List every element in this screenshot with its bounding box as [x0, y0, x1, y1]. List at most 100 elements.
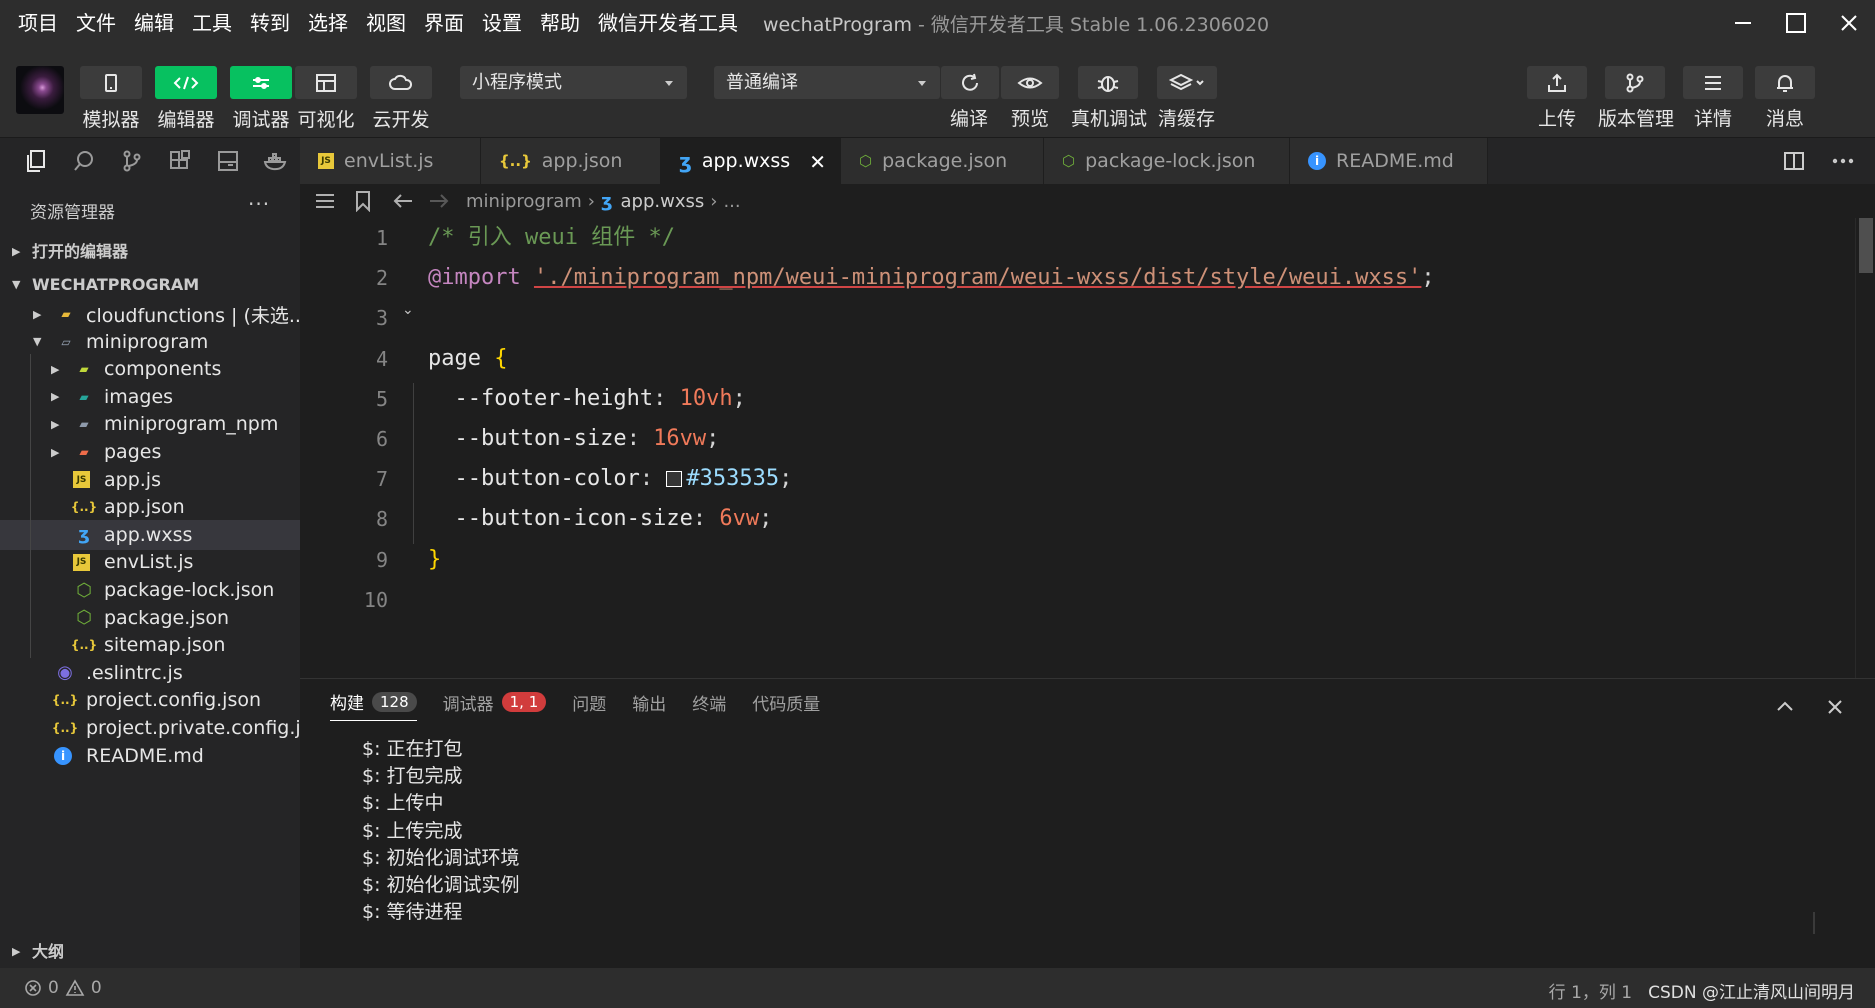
close-icon[interactable] [1825, 697, 1845, 717]
tab-app-wxss[interactable]: ʒ app.wxss ✕ [661, 138, 841, 184]
panel-tab[interactable]: 输出 [632, 690, 666, 721]
tree-item[interactable]: ⬡ package-lock.json [0, 575, 300, 605]
breadcrumb-file[interactable]: app.wxss [621, 191, 705, 212]
tree-item[interactable]: ▶ ▰ miniprogram_npm [0, 409, 300, 439]
tree-indent-guide [30, 354, 31, 658]
bookmark-icon[interactable] [354, 190, 372, 212]
tree-item[interactable]: JS app.js [0, 465, 300, 495]
menu-item[interactable]: 界面 [415, 0, 473, 46]
preview-button[interactable] [1001, 66, 1059, 99]
maximize-button[interactable] [1769, 0, 1822, 46]
tree-item-label: app.wxss [104, 523, 193, 546]
tree-item[interactable]: ⬡ package.json [0, 603, 300, 633]
tab-envlist-js[interactable]: JS envList.js [300, 138, 481, 184]
panel-tab[interactable]: 构建 128 [330, 689, 417, 721]
menu-bar: 项目 文件 编辑 工具 转到 选择 视图 界面 设置 帮助 微信开发者工具 wechatProgra… [0, 0, 1875, 46]
list-icon[interactable] [314, 191, 336, 211]
simulator-toggle[interactable] [80, 66, 142, 99]
visual-button[interactable]: 可视化 [295, 66, 357, 132]
tree-item[interactable]: ▶ ▰ components [0, 354, 300, 384]
clear-cache-button[interactable] [1157, 66, 1217, 99]
tab-readme-md[interactable]: i README.md [1290, 138, 1488, 184]
menu-item[interactable]: 帮助 [531, 0, 589, 46]
source-control-button[interactable] [108, 138, 156, 184]
docker-button[interactable] [252, 138, 300, 184]
tab-package-json[interactable]: ⬡ package.json [841, 138, 1044, 184]
chevron-right-icon: ▶ [51, 445, 60, 459]
tree-item[interactable]: ▼ ▱ miniprogram [0, 327, 300, 357]
debugger-toggle[interactable] [230, 66, 292, 99]
explorer-more-button[interactable]: ··· [248, 192, 270, 216]
split-editor-icon[interactable] [1783, 150, 1805, 172]
cursor-position[interactable]: 行 1，列 1 [1549, 978, 1632, 1003]
tree-item[interactable]: {..} project.config.json [0, 685, 300, 715]
tree-item[interactable]: i README.md [0, 741, 300, 771]
tree-item[interactable]: ▶ ▰ pages [0, 437, 300, 467]
project-section[interactable]: ▼ WECHATPROGRAM [0, 269, 300, 301]
arrow-left-icon[interactable] [392, 191, 414, 211]
compile-select[interactable]: 普通编译 [714, 66, 940, 99]
menu-item[interactable]: 转到 [241, 0, 299, 46]
tree-item[interactable]: ʒ app.wxss [0, 519, 300, 550]
storage-icon [218, 151, 238, 171]
close-window-button[interactable] [1822, 0, 1875, 46]
fold-chevron-icon[interactable]: ⌄ [402, 302, 414, 318]
close-tab-button[interactable]: ✕ [809, 150, 826, 174]
tree-item[interactable]: ▶ ▰ cloudfunctions | (未选... [0, 299, 307, 329]
outline-section[interactable]: ▶ 大纲 [0, 936, 300, 968]
tree-item[interactable]: {..} project.private.config.js... [0, 713, 329, 743]
storage-button[interactable] [204, 138, 252, 184]
color-swatch-icon[interactable] [666, 471, 683, 488]
visual-toggle[interactable] [295, 66, 357, 99]
panel-tab[interactable]: 代码质量 [752, 690, 820, 721]
breadcrumb-tail[interactable]: ... [723, 191, 740, 212]
explorer-button[interactable] [12, 138, 60, 184]
cloud-button[interactable]: 云开发 [370, 66, 432, 132]
details-button[interactable] [1683, 66, 1743, 99]
code-editor[interactable]: 1/* 引入 weui 组件 */2 @import './miniprogram… [300, 218, 1855, 678]
remote-debug-button[interactable] [1078, 66, 1138, 99]
avatar[interactable] [16, 66, 64, 114]
menu-item[interactable]: 视图 [357, 0, 415, 46]
tree-item[interactable]: {..} app.json [0, 492, 300, 522]
tree-item[interactable]: ◉ .eslintrc.js [0, 658, 300, 688]
problems-indicator[interactable]: 0 0 [24, 978, 102, 998]
panel-tab[interactable]: 调试器 1, 1 [443, 690, 547, 721]
scrollbar-thumb[interactable] [1859, 218, 1873, 273]
menu-item[interactable]: 选择 [299, 0, 357, 46]
more-icon[interactable] [1831, 150, 1855, 172]
menu-item[interactable]: 微信开发者工具 [589, 0, 747, 46]
editor-button[interactable]: 编辑器 [155, 66, 217, 132]
search-button[interactable] [60, 138, 108, 184]
bottom-panel: 构建 128 调试器 1, 1 问题 输出 终端 代码质量 $: 正在打包 $: 打包完成 $: … [300, 678, 1875, 968]
panel-tab[interactable]: 问题 [572, 690, 606, 721]
menu-item[interactable]: 工具 [183, 0, 241, 46]
editor-scrollbar[interactable] [1855, 218, 1875, 678]
tree-item[interactable]: JS envList.js [0, 547, 300, 577]
tree-item[interactable]: ▶ ▰ images [0, 382, 300, 412]
minimize-button[interactable] [1716, 0, 1769, 46]
tab-package-lock-json[interactable]: ⬡ package-lock.json [1044, 138, 1290, 184]
breadcrumb-folder[interactable]: miniprogram [466, 191, 582, 212]
menu-item[interactable]: 设置 [473, 0, 531, 46]
tree-item[interactable]: {..} sitemap.json [0, 630, 300, 660]
simulator-button[interactable]: 模拟器 [80, 66, 142, 132]
messages-button[interactable] [1755, 66, 1815, 99]
tab-app-json[interactable]: {..} app.json [481, 138, 661, 184]
extensions-button[interactable] [156, 138, 204, 184]
editor-toggle[interactable] [155, 66, 217, 99]
panel-tab[interactable]: 终端 [692, 690, 726, 721]
menu-item[interactable]: 编辑 [125, 0, 183, 46]
chevron-up-icon[interactable] [1775, 697, 1795, 717]
compile-button[interactable] [941, 66, 999, 99]
cloud-toggle[interactable] [370, 66, 432, 99]
menu-item[interactable]: 项目 [0, 0, 67, 46]
arrow-right-icon[interactable] [428, 191, 450, 211]
version-button[interactable] [1605, 66, 1665, 99]
menu-item[interactable]: 文件 [67, 0, 125, 46]
mode-select[interactable]: 小程序模式 [460, 66, 687, 99]
debugger-button[interactable]: 调试器 [230, 66, 292, 132]
upload-button[interactable] [1527, 66, 1587, 99]
open-editors-section[interactable]: ▶ 打开的编辑器 [0, 236, 300, 268]
code-token: ; [779, 466, 793, 492]
